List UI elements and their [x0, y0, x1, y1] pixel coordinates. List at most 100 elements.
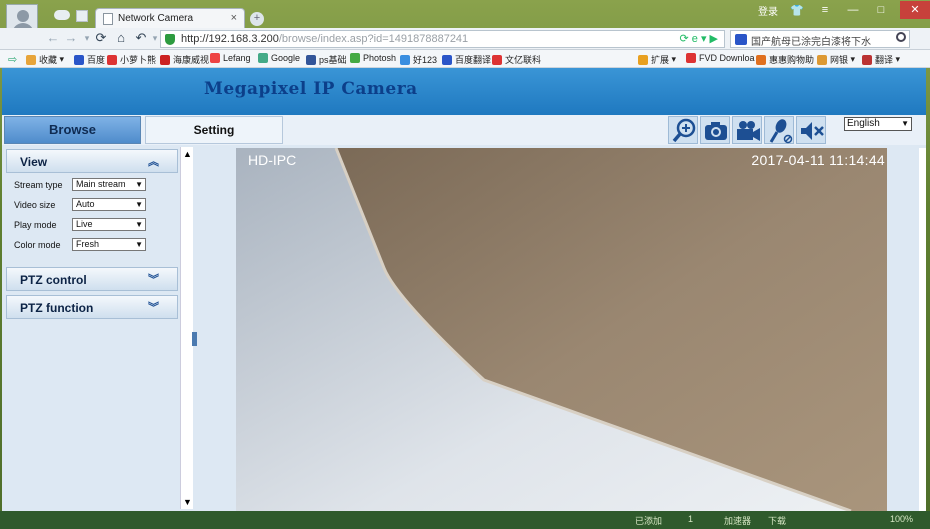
baidu-translate-icon — [442, 54, 452, 65]
maximize-button[interactable]: □ — [872, 4, 890, 16]
bookmark-item[interactable]: Lefang — [210, 53, 251, 63]
collapse-icon[interactable]: ︽ — [148, 153, 159, 169]
scroll-up-icon[interactable]: ▲ — [183, 149, 192, 159]
hikvision-icon — [160, 54, 170, 65]
google-icon — [258, 53, 268, 63]
panel-view-title: View — [20, 155, 48, 169]
search-icon[interactable] — [896, 32, 906, 42]
undo-icon[interactable]: ↶ — [134, 31, 148, 45]
url-path: /browse/index.asp?id=1491878887241 — [278, 33, 469, 45]
expand-icon[interactable]: ︾ — [148, 299, 159, 315]
microphone-icon[interactable] — [764, 116, 794, 144]
bookmark-item[interactable]: FVD Downloa — [686, 53, 755, 63]
bookmarks-bar: ⇨ 收藏 ▾ 百度 小萝卜熊 海康威视 Lefang Google ps基础 P… — [0, 50, 930, 68]
bookmark-item[interactable]: Google — [258, 53, 300, 63]
menu-icon[interactable]: ≡ — [816, 4, 834, 16]
tab-title: Network Camera — [118, 13, 194, 24]
back-icon[interactable]: ← — [46, 31, 60, 45]
app-nav: Browse Setting English ▼ — [2, 115, 926, 145]
status-item[interactable]: 已添加 — [635, 514, 662, 527]
sidebar-collapse-handle[interactable] — [192, 332, 197, 346]
tab-list-icon[interactable] — [76, 10, 88, 22]
baidu-icon — [74, 54, 84, 65]
forward-icon[interactable]: → — [64, 31, 78, 45]
url-input[interactable]: http://192.168.3.200/browse/index.asp?id… — [160, 30, 725, 48]
tab-network-camera[interactable]: Network Camera × — [95, 8, 245, 30]
scroll-down-icon[interactable]: ▼ — [183, 497, 192, 507]
bookmark-item[interactable]: 网银 ▾ — [817, 53, 855, 66]
video-overlay-name: HD-IPC — [248, 152, 297, 168]
play-mode-select[interactable]: Live ▼ — [72, 218, 146, 231]
home-icon[interactable]: ⌂ — [114, 31, 128, 45]
chevron-down-icon: ▼ — [135, 180, 143, 189]
bookmark-item[interactable]: ps基础 — [306, 53, 347, 66]
bookmark-item[interactable]: 翻译 ▾ — [862, 53, 900, 66]
chevron-down-icon: ▼ — [901, 119, 909, 128]
sidebar-scrollbar[interactable]: ▲ ▼ — [180, 147, 193, 509]
status-item[interactable]: 下载 — [768, 514, 786, 527]
stream-type-label: Stream type — [14, 180, 63, 190]
record-icon[interactable] — [732, 116, 762, 144]
url-actions[interactable]: ⟳ e ▾ ▶ — [680, 32, 718, 45]
refresh-icon[interactable]: ⟳ — [94, 31, 108, 45]
language-select[interactable]: English ▼ — [844, 117, 912, 131]
expand-icon[interactable]: ︾ — [148, 271, 159, 287]
status-item[interactable]: 加速器 — [724, 514, 751, 527]
bookmark-item[interactable]: 好123 — [400, 53, 437, 66]
color-mode-select[interactable]: Fresh ▼ — [72, 238, 146, 251]
snapshot-icon[interactable] — [700, 116, 730, 144]
login-button[interactable]: 登录 — [758, 3, 778, 18]
play-mode-label: Play mode — [14, 220, 57, 230]
address-bar: ← → ▾ ⟳ ⌂ ↶ ▾ http://192.168.3.200/brows… — [0, 28, 930, 50]
browse-button[interactable]: Browse — [4, 116, 141, 144]
page-icon — [103, 13, 113, 25]
dropdown-icon[interactable]: ▾ — [80, 31, 94, 45]
zoom-level[interactable]: 100% — [890, 514, 913, 524]
bookmark-item[interactable]: 文亿联科 — [492, 53, 541, 66]
bookmark-item[interactable]: 百度翻译 — [442, 53, 491, 66]
bookmark-item[interactable]: 百度 — [74, 53, 105, 66]
search-input[interactable]: 国产航母已涂完白漆将下水 — [730, 30, 910, 48]
jd-icon — [107, 54, 117, 65]
cloud-icon[interactable] — [54, 10, 70, 20]
setting-button[interactable]: Setting — [145, 116, 283, 144]
zoom-in-icon[interactable] — [668, 116, 698, 144]
status-item[interactable]: 1 — [688, 514, 693, 524]
language-value: English — [847, 118, 880, 129]
video-size-label: Video size — [14, 200, 56, 210]
bookmark-item[interactable]: 海康威视 — [160, 53, 209, 66]
bank-icon — [817, 54, 827, 65]
panel-ptz-function-header[interactable]: PTZ function ︾ — [6, 295, 178, 319]
play-mode-value: Live — [76, 219, 93, 229]
bookmark-item[interactable]: Photosh — [350, 53, 396, 63]
translate-icon — [862, 54, 872, 65]
stream-type-select[interactable]: Main stream ▼ — [72, 178, 146, 191]
browser-window: Network Camera × + 登录 👕 ≡ — □ ✕ ← → ▾ ⟳ … — [0, 0, 930, 529]
baidu-logo-icon — [735, 34, 747, 45]
panel-ptz-function-title: PTZ function — [20, 301, 94, 315]
panel-ptz-control-header[interactable]: PTZ control ︾ — [6, 267, 178, 291]
new-tab-button[interactable]: + — [250, 12, 264, 26]
bookmark-item[interactable]: 小萝卜熊 — [107, 53, 156, 66]
live-video[interactable]: HD-IPC 2017-04-11 11:14:44 — [236, 148, 887, 511]
color-mode-label: Color mode — [14, 240, 61, 250]
skin-icon[interactable]: 👕 — [788, 4, 806, 17]
panel-view-header[interactable]: View ︽ — [6, 149, 178, 173]
url-host: http://192.168.3.200 — [181, 33, 279, 45]
minimize-button[interactable]: — — [844, 4, 862, 16]
bookmark-item[interactable]: 收藏 ▾ — [26, 53, 64, 66]
mute-icon[interactable] — [796, 116, 826, 144]
title-bar: Network Camera × + 登录 👕 ≡ — □ ✕ — [0, 0, 930, 34]
sidebar-toggle-icon[interactable]: ⇨ — [8, 53, 17, 66]
chevron-down-icon: ▼ — [135, 200, 143, 209]
extensions-icon — [638, 54, 648, 65]
jd-icon — [492, 54, 502, 65]
close-window-button[interactable]: ✕ — [900, 1, 930, 19]
bookmark-item[interactable]: 惠惠购物助 — [756, 53, 814, 66]
tab-close-icon[interactable]: × — [231, 12, 237, 24]
bookmark-item[interactable]: 扩展 ▾ — [638, 53, 676, 66]
stream-type-value: Main stream — [76, 179, 126, 189]
video-size-select[interactable]: Auto ▼ — [72, 198, 146, 211]
page-scrollbar[interactable] — [919, 148, 926, 511]
secure-shield-icon — [165, 34, 175, 45]
